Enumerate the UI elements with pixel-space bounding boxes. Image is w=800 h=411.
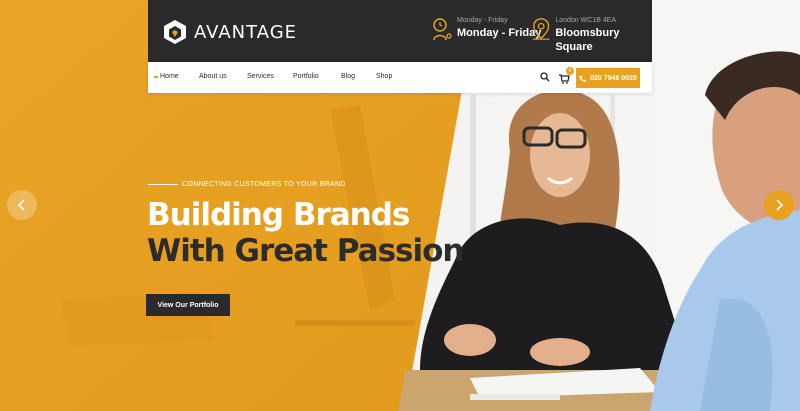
phone-number: 020 7946 0020 — [590, 74, 637, 82]
clock-person-icon — [433, 18, 452, 41]
phone-icon — [579, 75, 587, 82]
chevron-right-icon — [776, 199, 784, 211]
site-logo[interactable]: AVANTAGE — [162, 18, 297, 46]
search-icon[interactable] — [540, 72, 550, 82]
header-hours: Monday - Friday Monday - Friday — [431, 16, 541, 42]
header-location: London WC1B 4EA Bloomsbury Square — [531, 16, 652, 54]
nav-item-label: Home — [160, 73, 179, 80]
cart-count-badge: 0 — [566, 67, 574, 75]
nav-item-shop[interactable]: Shop — [376, 73, 392, 80]
nav-item-portfolio[interactable]: Portfolio — [293, 73, 319, 80]
location-value: Bloomsbury Square — [555, 27, 620, 53]
cart-button[interactable]: 0 — [558, 67, 574, 84]
hero-headline-line2: With Great Passion — [147, 233, 464, 269]
chevron-left-icon — [17, 199, 25, 211]
brand-name: AVANTAGE — [194, 21, 298, 43]
tagline-line — [148, 184, 178, 185]
view-portfolio-button[interactable]: View Our Portfolio — [146, 294, 230, 316]
nav-item-services[interactable]: Services — [247, 73, 274, 80]
phone-button[interactable]: 020 7946 0020 — [576, 68, 640, 88]
nav-item-about-us[interactable]: About us — [199, 73, 227, 80]
hero-headline-line1: Building Brands — [147, 197, 410, 233]
map-pin-icon — [532, 18, 550, 40]
slider-prev-button[interactable] — [7, 190, 37, 220]
main-navigation: Home About us Services Portfolio Blog Sh… — [148, 62, 652, 93]
header-top-bar: AVANTAGE Monday - Friday Monday - Friday… — [148, 0, 652, 62]
hours-value: Monday - Friday — [457, 27, 542, 39]
location-label: London WC1B 4EA — [555, 17, 617, 24]
slider-next-button[interactable] — [764, 190, 794, 220]
tagline-text: CONNECTING CUSTOMERS TO YOUR BRAND — [182, 181, 346, 188]
hours-label: Monday - Friday — [457, 17, 508, 24]
logo-icon — [164, 20, 186, 44]
hero-tagline: CONNECTING CUSTOMERS TO YOUR BRAND — [148, 181, 346, 188]
nav-item-blog[interactable]: Blog — [341, 73, 355, 80]
nav-item-home[interactable]: Home — [154, 73, 179, 80]
active-indicator — [154, 75, 158, 78]
